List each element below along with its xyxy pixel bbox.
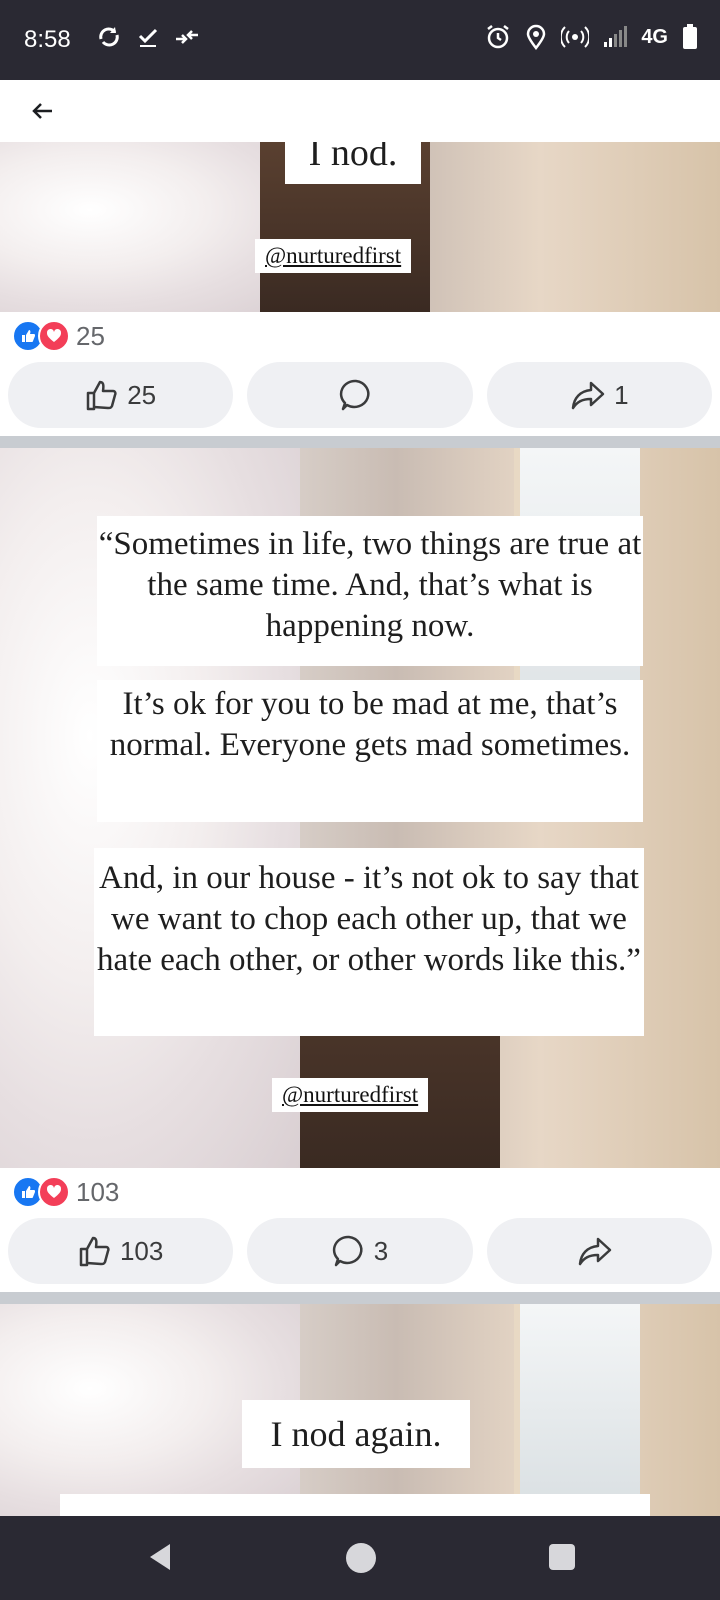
- like-count: 25: [127, 379, 157, 410]
- arrow-left-icon: [32, 103, 52, 119]
- hotspot-icon: [561, 26, 590, 48]
- post-divider: [0, 1292, 720, 1304]
- post-image[interactable]: I nod again.: [0, 1304, 720, 1516]
- comment-icon: [339, 379, 370, 411]
- back-button[interactable]: [26, 94, 60, 128]
- check-icon: [138, 28, 158, 47]
- reaction-count: 25: [76, 320, 105, 351]
- post-image[interactable]: “Sometimes in life, two things are true …: [0, 448, 720, 1168]
- thumbs-up-icon: [79, 1236, 110, 1267]
- thumbs-up-icon: [86, 380, 117, 411]
- share-button[interactable]: 1: [486, 362, 712, 428]
- like-button[interactable]: 103: [8, 1218, 234, 1284]
- comment-icon: [332, 1235, 363, 1267]
- share-count: 1: [614, 379, 629, 410]
- transfer-arrows-icon: [176, 30, 198, 44]
- share-button[interactable]: [486, 1218, 712, 1284]
- handle-text: @nurturedfirst: [272, 1078, 429, 1112]
- location-icon: [527, 24, 546, 50]
- love-reaction-icon: [38, 320, 70, 352]
- like-button[interactable]: 25: [8, 362, 234, 428]
- post-actions: 25 1: [8, 362, 712, 428]
- system-nav-bar: [0, 1516, 720, 1600]
- caption-text: It’s ok for you to be mad at me, that’s …: [97, 680, 643, 822]
- post-image[interactable]: I nod. @nurturedfirst: [0, 142, 720, 312]
- status-bar: 8:58 4G: [0, 0, 720, 80]
- alarm-icon: [487, 25, 510, 49]
- share-icon: [579, 1237, 612, 1266]
- caption-text: I nod again.: [242, 1400, 470, 1468]
- app-bar: [0, 80, 720, 142]
- comment-count: 3: [373, 1235, 389, 1266]
- post-divider: [0, 436, 720, 448]
- reaction-summary[interactable]: 25: [12, 320, 105, 352]
- nav-recents-icon[interactable]: [549, 1544, 575, 1570]
- network-type: 4G: [641, 25, 668, 48]
- sync-icon: [99, 27, 119, 47]
- status-time: 8:58: [24, 26, 71, 53]
- share-icon: [571, 381, 605, 410]
- signal-icon: [604, 26, 628, 47]
- nav-back-icon[interactable]: [146, 1542, 174, 1572]
- caption-text: “Sometimes in life, two things are true …: [97, 516, 643, 666]
- comment-button[interactable]: [247, 362, 473, 428]
- comment-button[interactable]: 3: [247, 1218, 473, 1284]
- reaction-summary[interactable]: 103: [12, 1176, 119, 1208]
- post-actions: 103 3: [8, 1218, 712, 1284]
- battery-icon: [683, 24, 697, 49]
- reaction-count: 103: [76, 1176, 120, 1207]
- caption-text: And, in our house - it’s not ok to say t…: [94, 848, 644, 1036]
- love-reaction-icon: [38, 1176, 70, 1208]
- caption-continuation: [60, 1494, 650, 1516]
- nav-home-icon[interactable]: [346, 1543, 376, 1573]
- caption-text: I nod.: [285, 142, 421, 184]
- like-count: 103: [119, 1235, 164, 1266]
- handle-text: @nurturedfirst: [255, 239, 412, 273]
